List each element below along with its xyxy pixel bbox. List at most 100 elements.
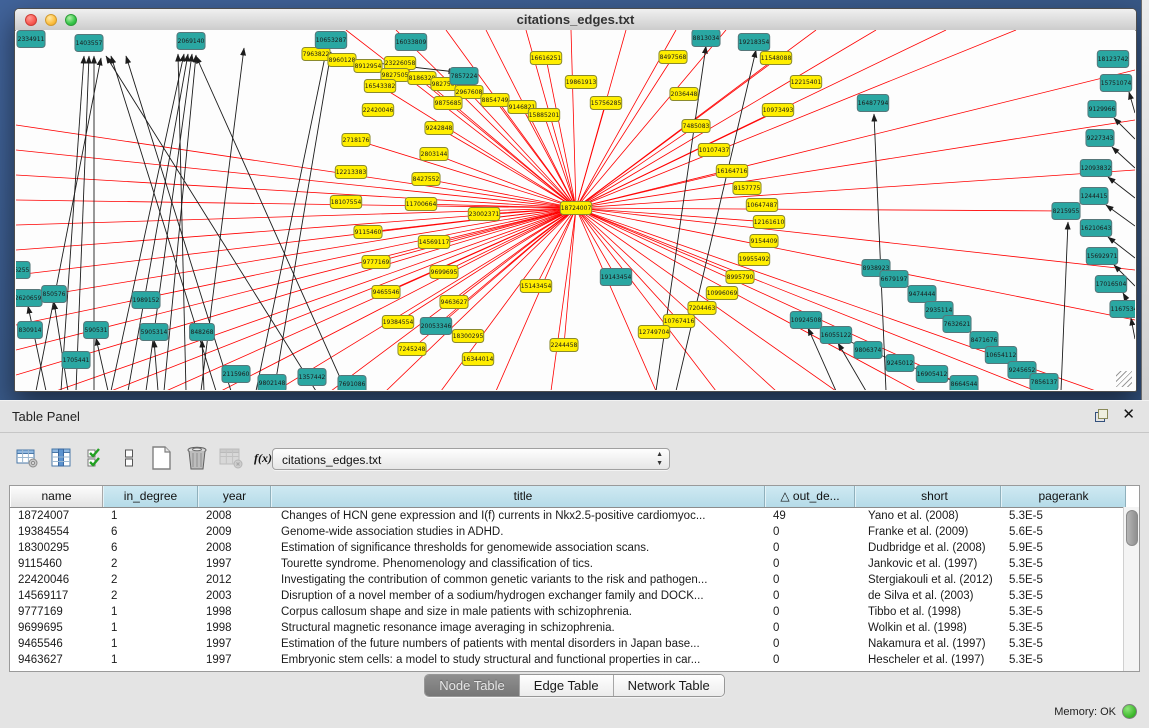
table-cell: 0 bbox=[765, 540, 855, 556]
graph-node-label: 11700664 bbox=[406, 201, 437, 208]
graph-node-label: 9806374 bbox=[855, 347, 882, 354]
table-row[interactable]: 969969511998Structural magnetic resonanc… bbox=[10, 620, 1139, 636]
column-header-in_degree[interactable]: in_degree bbox=[103, 486, 198, 507]
graph-edge bbox=[551, 208, 576, 390]
scrollbar-thumb[interactable] bbox=[1126, 510, 1138, 546]
graph-node-label: 15756285 bbox=[591, 100, 622, 107]
graph-edge bbox=[154, 340, 158, 390]
graph-edge bbox=[1112, 147, 1135, 168]
table-cell: Nakamura et al. (1997) bbox=[855, 636, 1001, 652]
table-row[interactable]: 911546021997Tourette syndrome. Phenomeno… bbox=[10, 556, 1139, 572]
graph-node-label: 9463627 bbox=[441, 299, 468, 306]
table-cell: 5.3E-5 bbox=[1001, 652, 1126, 668]
graph-node-label: 9242848 bbox=[426, 125, 453, 132]
graph-edge bbox=[496, 208, 576, 390]
table-vertical-scrollbar[interactable] bbox=[1123, 507, 1139, 671]
graph-node-label: 9115460 bbox=[355, 229, 382, 236]
graph-node-label: 830914 bbox=[19, 327, 42, 334]
network-window-titlebar[interactable]: citations_edges.txt bbox=[15, 9, 1136, 31]
graph-node-label: 18724007 bbox=[561, 205, 592, 212]
graph-edge bbox=[221, 208, 576, 390]
graph-node-label: 12749704 bbox=[639, 329, 670, 336]
graph-node-label: 17016504 bbox=[1096, 281, 1127, 288]
graph-edge bbox=[576, 30, 1016, 208]
graph-node-label: 2115960 bbox=[223, 371, 250, 378]
graph-node-label: 12213383 bbox=[336, 169, 367, 176]
graph-edge bbox=[576, 208, 1135, 270]
graph-node-label: 7691086 bbox=[339, 381, 366, 388]
column-header-title[interactable]: title bbox=[271, 486, 765, 507]
create-column-icon[interactable] bbox=[146, 443, 176, 473]
table-panel: Table Panel ✕ bbox=[0, 400, 1149, 728]
graph-node-label: 848268 bbox=[191, 329, 214, 336]
table-selector[interactable]: citations_edges.txt ▲▼ bbox=[272, 448, 670, 470]
table-cell: 1 bbox=[103, 636, 198, 652]
graph-node-label: 2244458 bbox=[551, 342, 578, 349]
graph-node-label: 10767416 bbox=[664, 318, 695, 325]
graph-node-label: 9802148 bbox=[259, 380, 286, 387]
graph-node-label: 8157775 bbox=[734, 185, 761, 192]
graph-edge bbox=[16, 208, 576, 325]
column-header-out_de[interactable]: △ out_de... bbox=[765, 486, 855, 507]
table-row[interactable]: 1830029562008Estimation of significance … bbox=[10, 540, 1139, 556]
graph-node-label: 12215401 bbox=[791, 79, 822, 86]
attribute-table: namein_degreeyeartitle△ out_de...shortpa… bbox=[9, 485, 1140, 672]
network-canvas[interactable]: 1872400779638228960128891295423226058982… bbox=[16, 30, 1135, 390]
tab-network-table[interactable]: Network Table bbox=[613, 675, 724, 696]
graph-node-label: 8995790 bbox=[727, 274, 754, 281]
table-cell: 9699695 bbox=[10, 620, 103, 636]
graph-node-label: 8854749 bbox=[482, 97, 509, 104]
graph-node-label: 9154409 bbox=[751, 238, 778, 245]
graph-node-label: 2069140 bbox=[178, 38, 205, 45]
table-row[interactable]: 1938455462009Genome-wide association stu… bbox=[10, 524, 1139, 540]
float-panel-icon[interactable] bbox=[1095, 409, 1108, 422]
table-cell: 2008 bbox=[198, 540, 271, 556]
row-height-icon[interactable] bbox=[114, 443, 144, 473]
network-window: citations_edges.txt 18724007796382289601… bbox=[14, 8, 1137, 392]
table-cell: Embryonic stem cells: a model to study s… bbox=[271, 652, 765, 668]
graph-edge bbox=[522, 107, 576, 208]
graph-node-label: 9699695 bbox=[431, 269, 458, 276]
graph-node-label: 2967608 bbox=[456, 89, 483, 96]
table-cell: 2008 bbox=[198, 508, 271, 524]
column-header-name[interactable]: name bbox=[10, 486, 103, 507]
table-cell: de Silva et al. (2003) bbox=[855, 588, 1001, 604]
graph-edge bbox=[111, 208, 576, 390]
table-row[interactable]: 2242004622012Investigating the contribut… bbox=[10, 572, 1139, 588]
network-canvas-svg[interactable]: 1872400779638228960128891295423226058982… bbox=[16, 30, 1135, 390]
graph-node-label: 16344014 bbox=[463, 356, 494, 363]
close-panel-icon[interactable]: ✕ bbox=[1122, 408, 1135, 422]
table-row[interactable]: 946554611997Estimation of the future num… bbox=[10, 636, 1139, 652]
table-cell: 5.3E-5 bbox=[1001, 636, 1126, 652]
table-cell: 18300295 bbox=[10, 540, 103, 556]
memory-status-indicator[interactable] bbox=[1122, 704, 1137, 719]
table-settings-icon[interactable] bbox=[12, 443, 42, 473]
table-cell: 1 bbox=[103, 604, 198, 620]
show-column-icon[interactable] bbox=[46, 443, 76, 473]
table-cell: Hescheler et al. (1997) bbox=[855, 652, 1001, 668]
graph-node-label: 1989152 bbox=[133, 297, 160, 304]
column-header-year[interactable]: year bbox=[198, 486, 271, 507]
table-row[interactable]: 1872400712008Changes of HCN gene express… bbox=[10, 508, 1139, 524]
column-header-pagerank[interactable]: pagerank bbox=[1001, 486, 1126, 507]
table-cell: 5.3E-5 bbox=[1001, 588, 1126, 604]
table-row[interactable]: 977716911998Corpus callosum shape and si… bbox=[10, 604, 1139, 620]
table-cell: 0 bbox=[765, 652, 855, 668]
tab-edge-table[interactable]: Edge Table bbox=[519, 675, 613, 696]
window-resize-grip[interactable] bbox=[1116, 371, 1132, 387]
graph-node-label: 5905314 bbox=[141, 329, 168, 336]
delete-column-icon[interactable] bbox=[182, 443, 212, 473]
tab-node-table[interactable]: Node Table bbox=[425, 675, 519, 696]
table-row[interactable]: 946362711997Embryonic stem cells: a mode… bbox=[10, 652, 1139, 668]
graph-node-label: 8471676 bbox=[971, 337, 998, 344]
table-toolbar: f(x) citations_edges.txt ▲▼ bbox=[0, 439, 1149, 481]
table-cell: Investigating the contribution of common… bbox=[271, 572, 765, 588]
table-row[interactable]: 1456911722003Disruption of a novel membe… bbox=[10, 588, 1139, 604]
column-header-short[interactable]: short bbox=[855, 486, 1001, 507]
graph-node-label: 15751074 bbox=[1101, 80, 1132, 87]
delete-table-icon[interactable] bbox=[216, 443, 246, 473]
select-visible-columns-icon[interactable] bbox=[82, 443, 112, 473]
graph-edge bbox=[1108, 177, 1135, 198]
table-cell: 49 bbox=[765, 508, 855, 524]
table-panel-header: Table Panel ✕ bbox=[0, 401, 1149, 433]
